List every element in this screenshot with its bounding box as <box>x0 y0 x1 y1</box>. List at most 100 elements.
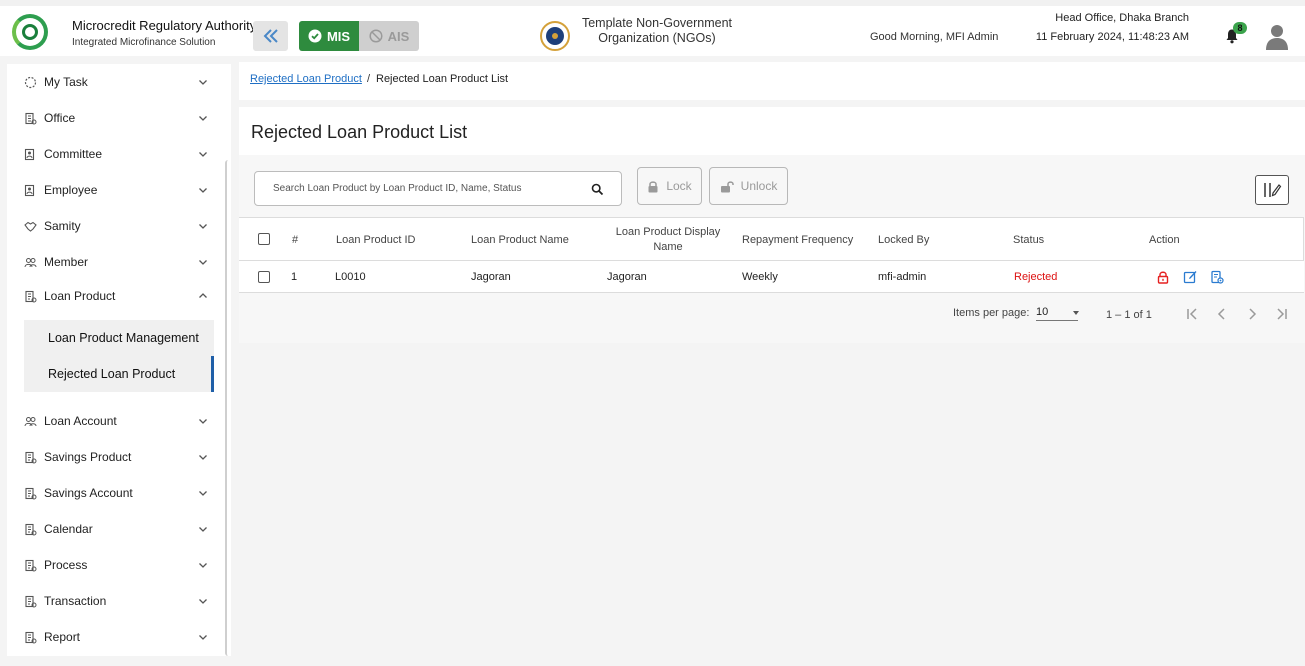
search-placeholder: Search Loan Product by Loan Product ID, … <box>273 183 522 194</box>
header-loan-product-name[interactable]: Loan Product Name <box>471 218 569 262</box>
lock-icon[interactable] <box>1156 270 1170 284</box>
mis-toggle-button[interactable]: MIS <box>299 21 359 51</box>
header-loan-product-id[interactable]: Loan Product ID <box>336 218 416 262</box>
loan-product-submenu: Loan Product Management Rejected Loan Pr… <box>24 320 214 392</box>
chevron-down-icon <box>199 563 207 568</box>
sidebar-item-employee[interactable]: Employee <box>7 175 217 205</box>
sidebar-item-transaction[interactable]: Transaction <box>7 586 217 616</box>
circle-dashed-icon <box>24 76 37 88</box>
sidebar-subitem-loan-product-management[interactable]: Loan Product Management <box>24 320 214 356</box>
document-icon <box>25 451 37 463</box>
sidebar-item-savings-product[interactable]: Savings Product <box>7 442 217 472</box>
breadcrumb-link-rejected-loan-product[interactable]: Rejected Loan Product <box>250 73 362 85</box>
users-icon <box>24 257 37 267</box>
sidebar-item-loan-account[interactable]: Loan Account <box>7 406 217 436</box>
users-icon <box>24 416 37 426</box>
group-icon <box>24 148 35 160</box>
sidebar-item-my-task[interactable]: My Task <box>7 67 217 97</box>
chevron-down-icon <box>199 152 207 157</box>
app-header: Microcredit Regulatory Authority Integra… <box>0 0 1305 56</box>
sidebar-item-office[interactable]: Office <box>7 103 217 133</box>
chevron-down-icon <box>199 116 207 121</box>
sidebar-item-committee[interactable]: Committee <box>7 139 217 169</box>
sidebar-item-report[interactable]: Report <box>7 622 217 652</box>
search-input[interactable]: Search Loan Product by Loan Product ID, … <box>254 171 622 206</box>
search-icon[interactable] <box>591 183 604 196</box>
greeting-text: Good Morning, MFI Admin <box>870 31 999 43</box>
header-locked-by[interactable]: Locked By <box>878 218 929 262</box>
breadcrumb: Rejected Loan Product / Rejected Loan Pr… <box>239 62 1305 100</box>
items-per-page-label: Items per page: <box>953 307 1030 319</box>
header-number: # <box>292 234 299 246</box>
document-icon <box>25 595 37 607</box>
chevron-down-icon <box>199 419 207 424</box>
cell-loan-product-display-name: Jagoran <box>607 271 647 283</box>
organization-name: Template Non-Government Organization (NG… <box>581 16 733 45</box>
handshake-icon <box>24 221 37 232</box>
id-card-icon <box>24 184 35 196</box>
previous-page-icon[interactable] <box>1215 307 1229 321</box>
ais-label: AIS <box>387 28 410 44</box>
collapse-sidebar-button[interactable] <box>253 21 288 51</box>
chevron-down-icon <box>199 527 207 532</box>
document-icon <box>25 487 37 499</box>
chevron-down-icon <box>199 188 207 193</box>
first-page-icon[interactable] <box>1185 307 1199 321</box>
sidebar-item-calendar[interactable]: Calendar <box>7 514 217 544</box>
caret-down-icon <box>1073 311 1079 315</box>
next-page-icon[interactable] <box>1245 307 1259 321</box>
chevron-down-icon <box>199 491 207 496</box>
document-icon <box>25 631 37 643</box>
paginator: Items per page: 10 1 – 1 of 1 <box>239 299 1304 329</box>
table-row: 1 L0010 Jagoran Jagoran Weekly mfi-admin… <box>239 261 1304 293</box>
column-edit-icon <box>1264 183 1282 197</box>
table-header: # Loan Product ID Loan Product Name Loan… <box>239 217 1304 261</box>
header-action: Action <box>1149 234 1180 246</box>
header-loan-product-display-name[interactable]: Loan Product Display Name <box>607 218 729 262</box>
brand-title: Microcredit Regulatory Authority <box>72 18 257 33</box>
cell-locked-by: mfi-admin <box>878 271 927 283</box>
unlock-icon <box>720 180 734 192</box>
last-page-icon[interactable] <box>1275 307 1289 321</box>
sidebar-item-process[interactable]: Process <box>7 550 217 580</box>
mra-logo <box>12 14 48 50</box>
avatar[interactable] <box>1265 23 1289 51</box>
column-settings-button[interactable] <box>1255 175 1289 205</box>
unlock-button[interactable]: Unlock <box>709 167 788 205</box>
chevron-up-icon <box>199 293 207 298</box>
sidebar-item-loan-product[interactable]: Loan Product <box>7 281 217 311</box>
status-badge: Rejected <box>1014 271 1058 283</box>
sidebar-subitem-rejected-loan-product[interactable]: Rejected Loan Product <box>24 356 214 392</box>
chevron-down-icon <box>199 80 207 85</box>
document-icon <box>25 559 37 571</box>
document-icon <box>25 523 37 535</box>
sidebar-item-member[interactable]: Member <box>7 247 217 277</box>
details-icon[interactable] <box>1210 270 1224 284</box>
lock-icon <box>648 180 658 192</box>
ban-icon <box>369 29 383 43</box>
mis-label: MIS <box>326 28 351 44</box>
lock-button[interactable]: Lock <box>637 167 702 205</box>
items-per-page-select[interactable]: 10 <box>1036 301 1078 321</box>
sidebar: My Task Office Committee Employee Samity… <box>7 64 231 656</box>
chevron-down-icon <box>199 635 207 640</box>
check-circle-icon <box>308 29 322 43</box>
edit-icon[interactable] <box>1183 270 1197 284</box>
main-panel: Rejected Loan Product List Search Loan P… <box>239 107 1305 343</box>
header-repayment-frequency[interactable]: Repayment Frequency <box>742 218 853 262</box>
select-all-checkbox[interactable] <box>258 233 270 245</box>
notification-badge: 8 <box>1233 22 1247 34</box>
sidebar-item-savings-account[interactable]: Savings Account <box>7 478 217 508</box>
ais-toggle-button[interactable]: AIS <box>359 21 419 51</box>
row-checkbox[interactable] <box>258 271 270 283</box>
page-range: 1 – 1 of 1 <box>1106 309 1152 321</box>
chevron-down-icon <box>199 455 207 460</box>
chevron-down-icon <box>199 599 207 604</box>
branch-name: Head Office, Dhaka Branch <box>1055 12 1189 24</box>
breadcrumb-current: Rejected Loan Product List <box>376 73 509 85</box>
cell-repayment-frequency: Weekly <box>742 271 778 283</box>
header-status[interactable]: Status <box>1013 218 1044 262</box>
sidebar-scrollbar[interactable] <box>225 160 231 656</box>
sidebar-item-samity[interactable]: Samity <box>7 211 217 241</box>
breadcrumb-separator: / <box>367 73 371 85</box>
